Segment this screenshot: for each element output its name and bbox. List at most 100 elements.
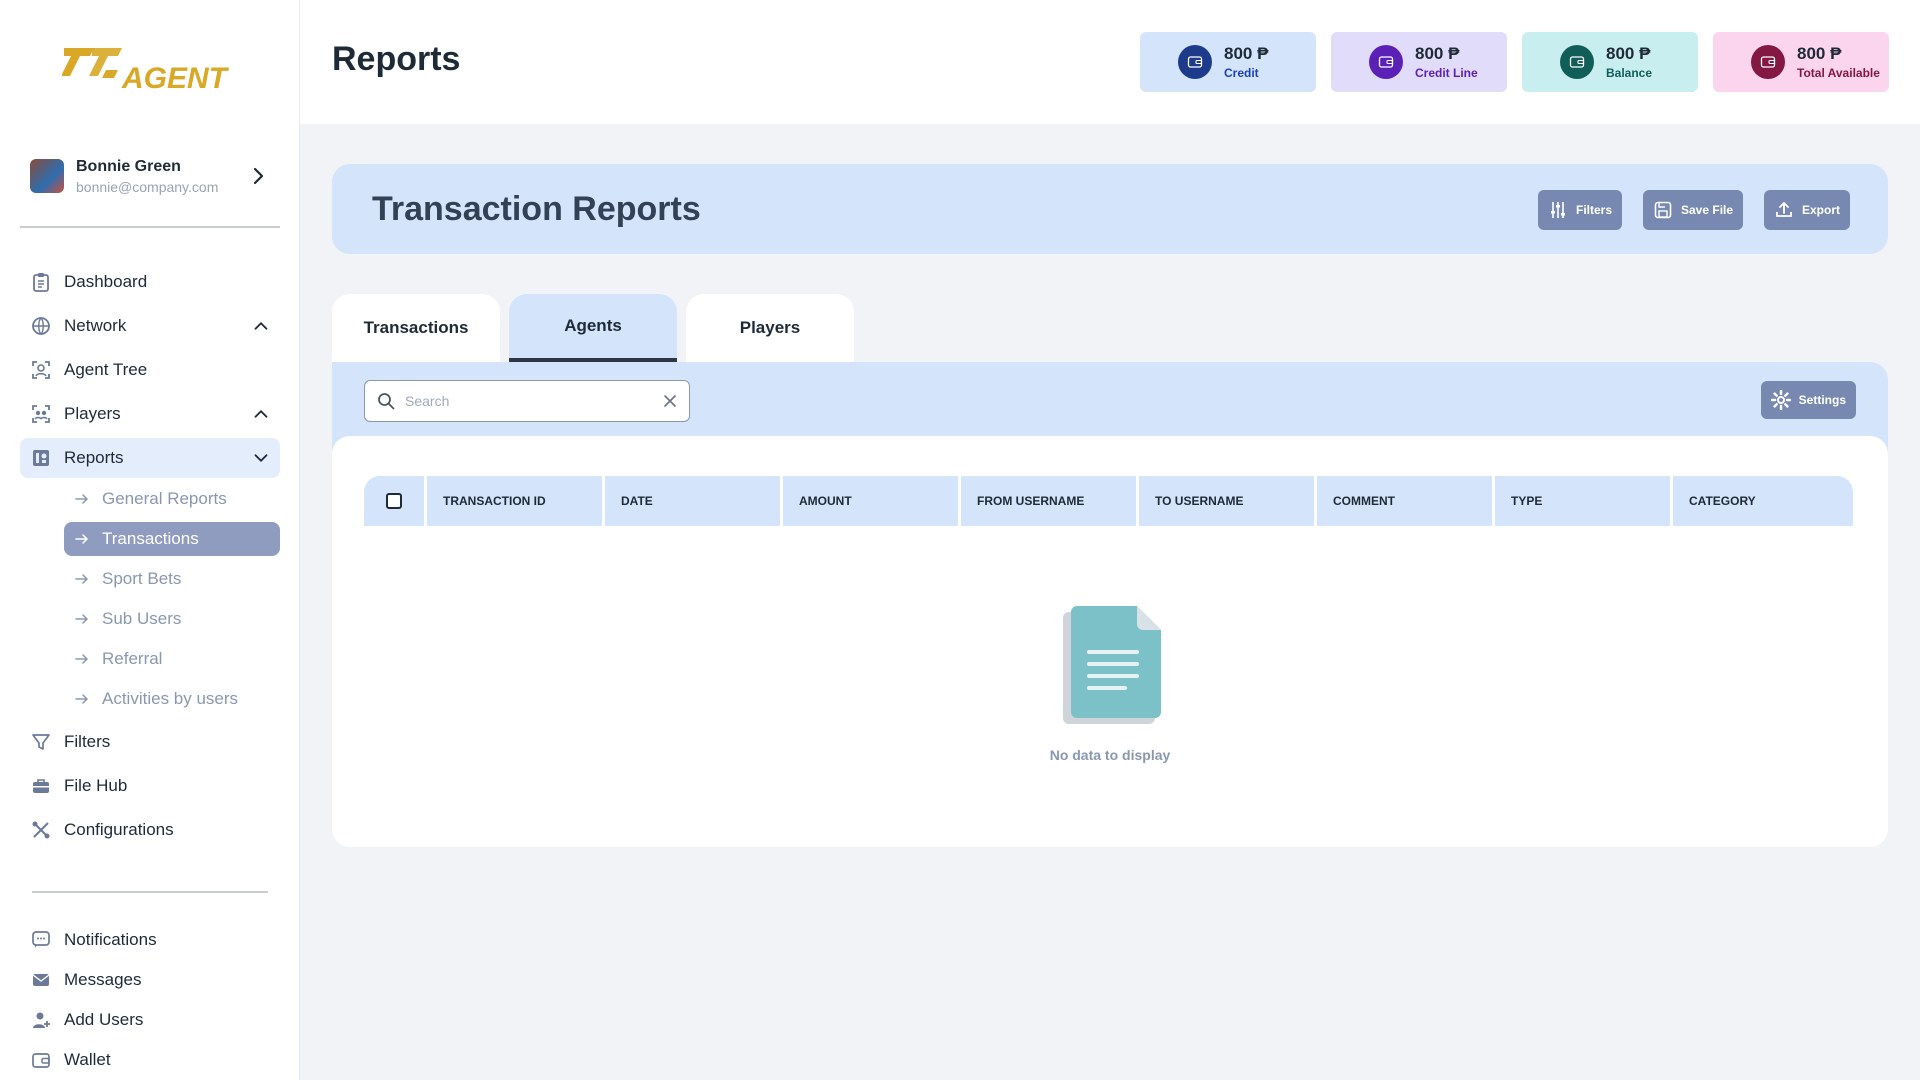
sidebar-item-label: File Hub [64,776,128,795]
column-header-to-username[interactable]: TO USERNAME [1139,476,1314,526]
divider [32,891,268,893]
save-file-label: Save File [1681,203,1734,217]
sidebar-item-add-users[interactable]: Add Users [20,1002,280,1038]
page-title: Reports [332,40,461,78]
sidebar-item-notifications[interactable]: Notifications [20,922,280,958]
sidebar-item-network[interactable]: Network [20,306,280,346]
empty-state-text: No data to display [1049,747,1171,763]
sidebar-item-label: Reports [64,448,124,467]
table-header: TRANSACTION ID DATE AMOUNT FROM USERNAME… [364,476,1856,526]
wallet-icon [1751,45,1785,79]
save-file-button[interactable]: Save File [1643,190,1744,230]
sidebar-item-label: Players [64,404,121,423]
sidebar-item-agent-tree[interactable]: Agent Tree [20,350,280,390]
sidebar-item-label: Filters [64,732,111,751]
user-profile[interactable]: Bonnie Green bonnie@company.com [30,154,270,198]
tab-agents[interactable]: Agents [509,294,677,362]
sidebar-item-configurations[interactable]: Configurations [20,810,280,850]
user-plus-icon [30,1009,52,1031]
column-header-type[interactable]: TYPE [1495,476,1670,526]
reports-icon [30,447,52,469]
subnav-item-general-reports[interactable]: General Reports [64,482,280,516]
sidebar-item-label: Add Users [64,1010,144,1029]
chevron-down-icon[interactable] [250,447,272,469]
wallet-icon [1560,45,1594,79]
column-header-amount[interactable]: AMOUNT [783,476,958,526]
stat-caption: Total Available [1797,66,1880,80]
subnav-item-transactions[interactable]: Transactions [64,522,280,556]
close-icon[interactable] [663,394,677,408]
clipboard-icon [30,271,52,293]
stat-credit-line[interactable]: 800 ₱ Credit Line [1331,32,1507,92]
sidebar-item-dashboard[interactable]: Dashboard [20,262,280,302]
sidebar-item-label: Wallet [64,1050,111,1069]
subnav-item-activities-by-users[interactable]: Activities by users [64,682,280,716]
column-header-date[interactable]: DATE [605,476,780,526]
user-email: bonnie@company.com [76,178,219,195]
sidebar-item-filters[interactable]: Filters [20,722,280,762]
upload-icon [1776,201,1792,217]
wallet-icon [30,1049,52,1071]
filters-button[interactable]: Filters [1538,190,1623,230]
divider [20,226,280,228]
arrow-right-icon [75,494,89,504]
stat-value: 800 ₱ [1224,44,1269,63]
arrow-right-icon [75,614,89,624]
sidebar-item-wallet[interactable]: Wallet [20,1042,280,1078]
subnav-item-referral[interactable]: Referral [64,642,280,676]
chevron-up-icon[interactable] [250,403,272,425]
filter-icon [30,731,52,753]
reports-subnav: General Reports Transactions Sport Bets … [64,482,280,716]
stat-total-available[interactable]: 800 ₱ Total Available [1713,32,1889,92]
brand-logo[interactable]: AGENT [61,44,242,96]
sidebar-item-messages[interactable]: Messages [20,962,280,998]
wallet-icon [1369,45,1403,79]
players-scan-icon [30,403,52,425]
tab-transactions[interactable]: Transactions [332,294,500,362]
stat-caption: Credit Line [1415,66,1478,80]
user-name: Bonnie Green [76,157,181,175]
column-header-category[interactable]: CATEGORY [1673,476,1853,526]
subnav-item-sub-users[interactable]: Sub Users [64,602,280,636]
stat-credit[interactable]: 800 ₱ Credit [1140,32,1316,92]
column-header-transaction-id[interactable]: TRANSACTION ID [427,476,602,526]
column-header-from-username[interactable]: FROM USERNAME [961,476,1136,526]
select-all-checkbox[interactable] [386,493,402,509]
sidebar-item-reports[interactable]: Reports [20,438,280,478]
filters-label: Filters [1576,203,1613,217]
stat-balance[interactable]: 800 ₱ Balance [1522,32,1698,92]
search-input[interactable] [405,393,663,409]
stat-value: 800 ₱ [1415,44,1460,63]
table-panel: TRANSACTION ID DATE AMOUNT FROM USERNAME… [332,436,1888,847]
search-icon [378,393,395,410]
settings-button[interactable]: Settings [1760,381,1856,419]
stat-caption: Credit [1224,66,1259,80]
export-button[interactable]: Export [1764,190,1851,230]
report-title: Transaction Reports [372,190,701,228]
sidebar-item-label: Dashboard [64,272,148,291]
sliders-icon [1551,202,1565,218]
arrow-right-icon [75,534,89,544]
sidebar: AGENT Bonnie Green bonnie@company.com Da… [0,0,300,1080]
chat-icon [30,929,52,951]
column-header-comment[interactable]: COMMENT [1317,476,1492,526]
subnav-item-label: Referral [102,649,163,668]
subnav-item-label: General Reports [102,489,227,508]
sidebar-item-label: Messages [64,970,142,989]
export-label: Export [1802,203,1841,217]
agent-scan-icon [30,359,52,381]
gear-icon [1770,390,1791,410]
stat-value: 800 ₱ [1797,44,1842,63]
svg-text:AGENT: AGENT [121,62,230,95]
sidebar-item-players[interactable]: Players [20,394,280,434]
arrow-right-icon [75,694,89,704]
document-icon [1063,606,1161,724]
chevron-up-icon[interactable] [250,315,272,337]
sidebar-item-file-hub[interactable]: File Hub [20,766,280,806]
tab-players[interactable]: Players [686,294,854,362]
subnav-item-sport-bets[interactable]: Sport Bets [64,562,280,596]
select-all-cell [364,476,424,526]
chevron-right-icon[interactable] [246,164,270,188]
sidebar-item-label: Agent Tree [64,360,148,379]
main-nav: Dashboard Network Agent Tree Players Rep… [20,262,280,854]
